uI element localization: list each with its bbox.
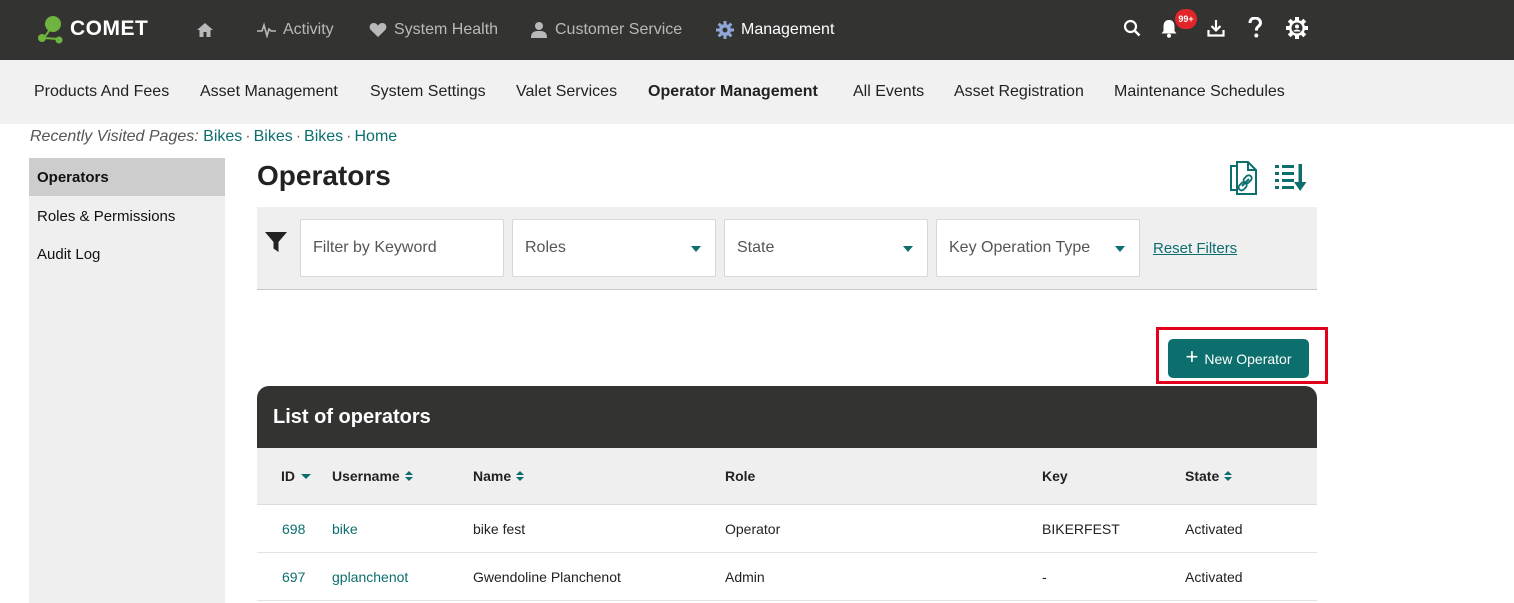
management-subnav: Products And Fees Asset Management Syste… bbox=[0, 60, 1514, 124]
chevron-down-icon bbox=[1115, 246, 1125, 252]
nav-customer-service-label: Customer Service bbox=[555, 21, 683, 38]
user-settings-icon[interactable] bbox=[1285, 16, 1309, 40]
column-header-id[interactable]: ID bbox=[281, 468, 311, 484]
cell-state: Activated bbox=[1185, 569, 1243, 585]
home-icon bbox=[196, 21, 214, 39]
column-label: Name bbox=[473, 468, 512, 484]
sort-icon bbox=[404, 471, 413, 481]
roles-dropdown[interactable]: Roles bbox=[512, 219, 716, 277]
table-title: List of operators bbox=[257, 386, 1317, 448]
cell-id[interactable]: 698 bbox=[282, 521, 305, 537]
column-header-username[interactable]: Username bbox=[332, 468, 413, 484]
user-icon bbox=[530, 21, 548, 39]
sort-icon bbox=[1224, 471, 1233, 481]
download-icon[interactable] bbox=[1204, 16, 1228, 40]
breadcrumb: Recently Visited Pages: Bikes · Bikes · Bike… bbox=[30, 128, 397, 146]
cell-role: Admin bbox=[725, 569, 765, 585]
top-bar: COMET Activity System Health Customer Se… bbox=[0, 0, 1514, 60]
state-dropdown-label: State bbox=[737, 239, 775, 256]
logo-text: COMET bbox=[70, 17, 149, 40]
subnav-operator-management[interactable]: Operator Management bbox=[648, 83, 818, 101]
filter-bar: Filter by Keyword Roles State Key Operat… bbox=[257, 207, 1317, 290]
cell-role: Operator bbox=[725, 521, 781, 537]
nav-management-label: Management bbox=[741, 21, 835, 38]
new-operator-button[interactable]: + New Operator bbox=[1168, 339, 1309, 378]
column-label: Username bbox=[332, 468, 400, 484]
gear-icon bbox=[716, 21, 734, 39]
breadcrumb-label: Recently Visited Pages: bbox=[30, 128, 199, 145]
help-icon[interactable] bbox=[1243, 16, 1267, 40]
sort-desc-icon bbox=[301, 473, 311, 479]
cell-username[interactable]: bike bbox=[332, 521, 358, 537]
column-header-key: Key bbox=[1042, 468, 1068, 484]
nav-activity[interactable]: Activity bbox=[257, 18, 334, 42]
plus-icon: + bbox=[1185, 343, 1199, 369]
cell-name: Gwendoline Planchenot bbox=[473, 569, 621, 585]
cell-key: BIKERFEST bbox=[1042, 521, 1120, 537]
comet-logo-icon bbox=[38, 16, 63, 44]
copy-link-icon[interactable] bbox=[1227, 160, 1261, 196]
table-row[interactable]: 697 gplanchenot Gwendoline Planchenot Ad… bbox=[257, 553, 1317, 601]
sidebar-item-audit-log[interactable]: Audit Log bbox=[29, 235, 225, 273]
subnav-system-settings[interactable]: System Settings bbox=[370, 83, 486, 101]
nav-home[interactable] bbox=[196, 18, 221, 42]
nav-management[interactable]: Management bbox=[716, 18, 834, 42]
page-title: Operators bbox=[257, 160, 391, 191]
column-header-name[interactable]: Name bbox=[473, 468, 525, 484]
column-header-state[interactable]: State bbox=[1185, 468, 1233, 484]
sort-list-icon[interactable] bbox=[1274, 160, 1308, 196]
subnav-products-and-fees[interactable]: Products And Fees bbox=[34, 83, 169, 101]
breadcrumb-link[interactable]: Bikes bbox=[254, 128, 293, 145]
table-row[interactable]: 698 bike bike fest Operator BIKERFEST Ac… bbox=[257, 505, 1317, 553]
subnav-valet-services[interactable]: Valet Services bbox=[516, 83, 617, 101]
cell-id[interactable]: 697 bbox=[282, 569, 305, 585]
notification-badge: 99+ bbox=[1175, 9, 1197, 29]
breadcrumb-link[interactable]: Home bbox=[355, 128, 398, 145]
column-label: Key bbox=[1042, 468, 1068, 484]
activity-icon bbox=[257, 22, 276, 38]
operators-table: List of operators ID Username Name Role … bbox=[257, 386, 1317, 603]
chevron-down-icon bbox=[903, 246, 913, 252]
heart-icon bbox=[369, 22, 387, 38]
nav-system-health[interactable]: System Health bbox=[369, 18, 498, 42]
roles-dropdown-label: Roles bbox=[525, 239, 566, 256]
cell-key: - bbox=[1042, 569, 1047, 585]
nav-system-health-label: System Health bbox=[394, 21, 499, 38]
search-icon[interactable] bbox=[1120, 16, 1144, 40]
sidebar: Operators Roles & Permissions Audit Log bbox=[29, 158, 225, 603]
chevron-down-icon bbox=[691, 246, 701, 252]
subnav-asset-management[interactable]: Asset Management bbox=[200, 83, 338, 101]
sidebar-item-operators[interactable]: Operators bbox=[29, 158, 225, 196]
key-operation-type-label: Key Operation Type bbox=[949, 239, 1091, 256]
column-label: Role bbox=[725, 468, 756, 484]
subnav-all-events[interactable]: All Events bbox=[853, 83, 924, 101]
nav-customer-service[interactable]: Customer Service bbox=[530, 18, 682, 42]
breadcrumb-separator: · bbox=[245, 128, 251, 145]
reset-filters-link[interactable]: Reset Filters bbox=[1153, 240, 1237, 257]
cell-state: Activated bbox=[1185, 521, 1243, 537]
table-header: ID Username Name Role Key State bbox=[257, 448, 1317, 505]
breadcrumb-link[interactable]: Bikes bbox=[203, 128, 242, 145]
cell-username[interactable]: gplanchenot bbox=[332, 569, 408, 585]
sidebar-item-roles-permissions[interactable]: Roles & Permissions bbox=[29, 197, 225, 235]
nav-activity-label: Activity bbox=[283, 21, 334, 38]
subnav-asset-registration[interactable]: Asset Registration bbox=[954, 83, 1084, 101]
comet-logo[interactable]: COMET bbox=[36, 12, 148, 46]
column-label: State bbox=[1185, 468, 1220, 484]
breadcrumb-link[interactable]: Bikes bbox=[304, 128, 343, 145]
filter-icon bbox=[265, 231, 287, 258]
column-header-role: Role bbox=[725, 468, 755, 484]
breadcrumb-separator: · bbox=[346, 128, 352, 145]
cell-name: bike fest bbox=[473, 521, 526, 537]
keyword-filter-input[interactable]: Filter by Keyword bbox=[300, 219, 504, 277]
sort-icon bbox=[516, 471, 525, 481]
new-operator-label: New Operator bbox=[1204, 350, 1292, 367]
key-operation-type-dropdown[interactable]: Key Operation Type bbox=[936, 219, 1140, 277]
state-dropdown[interactable]: State bbox=[724, 219, 928, 277]
subnav-maintenance-schedules[interactable]: Maintenance Schedules bbox=[1114, 83, 1285, 101]
breadcrumb-separator: · bbox=[295, 128, 302, 145]
column-label: ID bbox=[281, 468, 295, 484]
